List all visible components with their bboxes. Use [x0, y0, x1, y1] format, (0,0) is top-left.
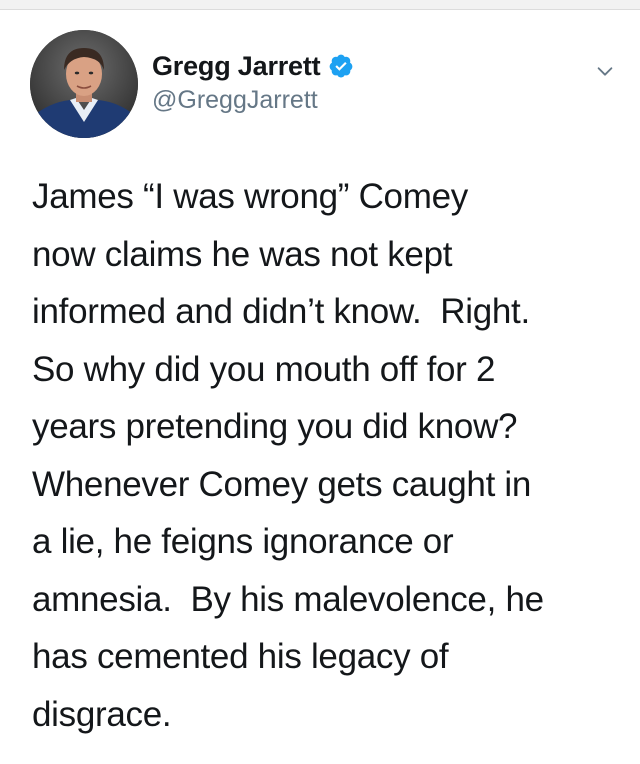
display-name[interactable]: Gregg Jarrett [152, 51, 321, 82]
name-row: Gregg Jarrett [152, 48, 354, 84]
top-divider [0, 0, 640, 10]
avatar-photo [30, 30, 138, 138]
author-block: Gregg Jarrett @GreggJarrett [152, 48, 354, 115]
avatar[interactable] [30, 30, 138, 138]
handle[interactable]: @GreggJarrett [152, 86, 354, 115]
tweet-text: James “I was wrong” Comey now claims he … [32, 177, 544, 734]
tweet-card: Gregg Jarrett @GreggJarrett James “I was… [0, 10, 640, 764]
verified-badge-icon [328, 53, 354, 79]
chevron-down-icon[interactable] [594, 60, 616, 82]
tweet-header: Gregg Jarrett @GreggJarrett [30, 30, 620, 140]
